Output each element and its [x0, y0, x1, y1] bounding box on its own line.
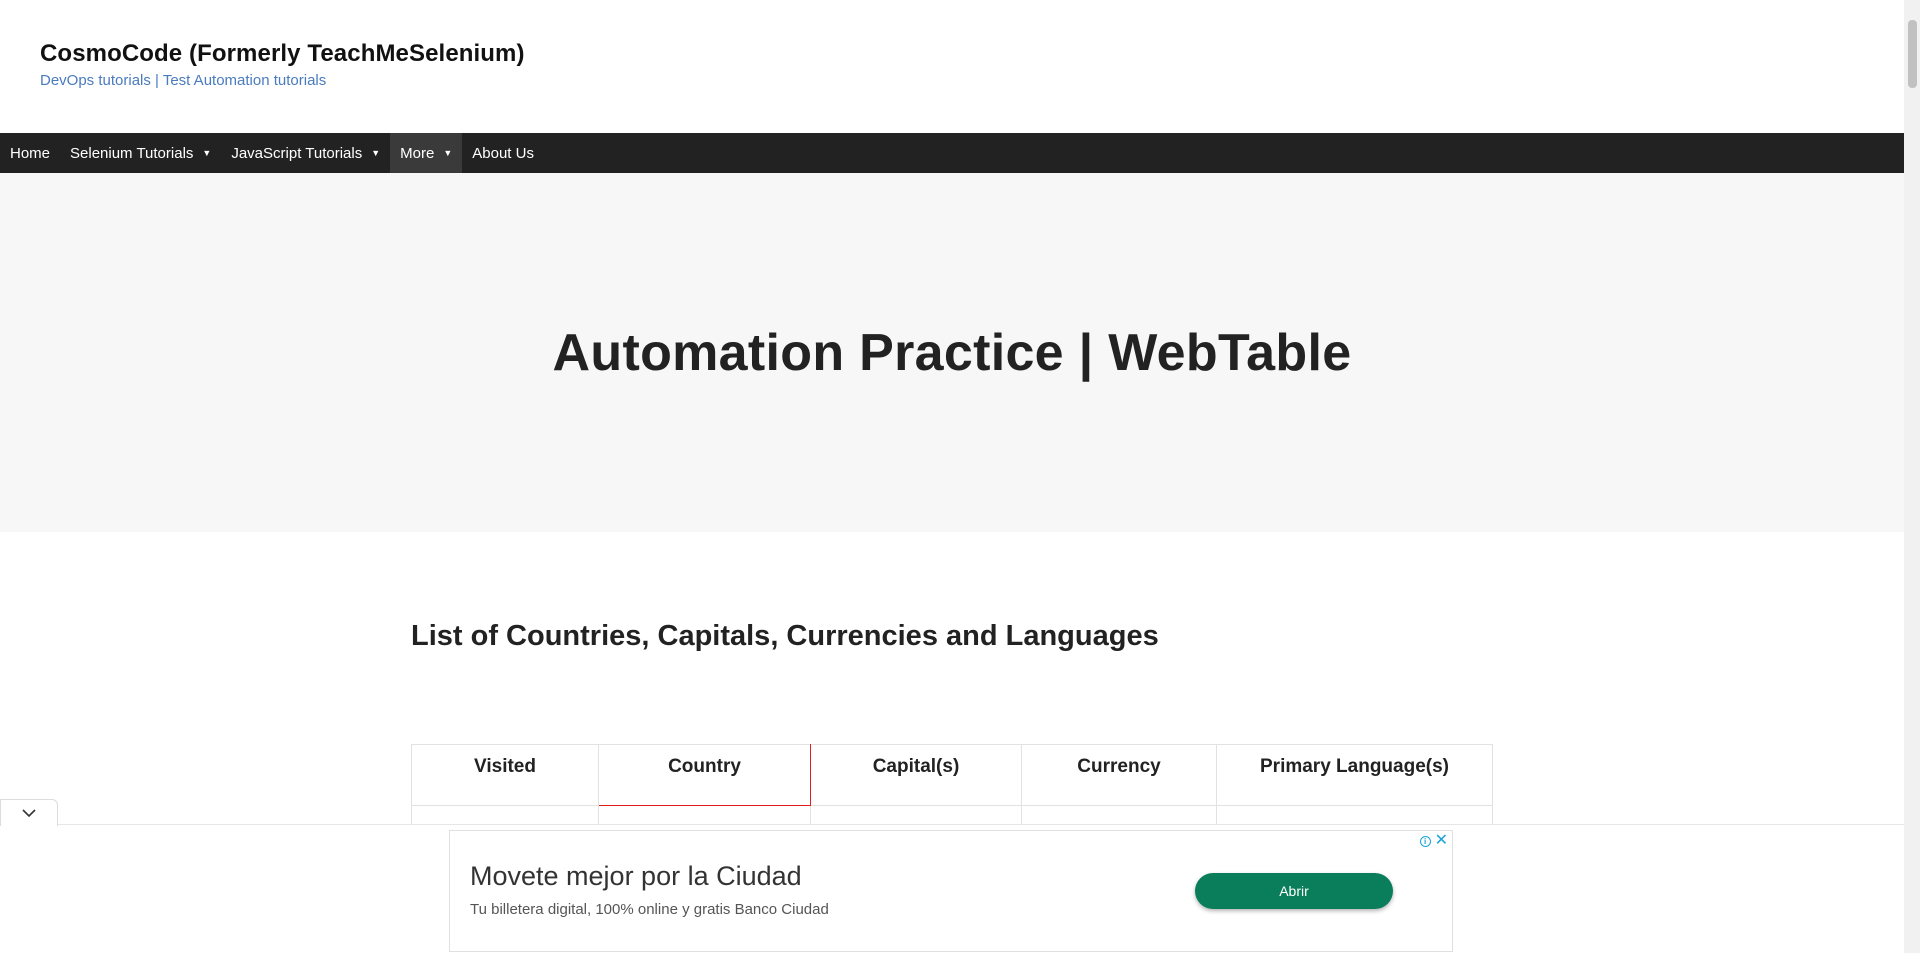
main-nav: Home Selenium Tutorials ▼ JavaScript Tut… — [0, 133, 1904, 173]
ad-body-text: Tu billetera digital, 100% online y grat… — [470, 901, 829, 918]
ad-controls: i ✕ — [1419, 833, 1448, 849]
column-header-primary-languages[interactable]: Primary Language(s) — [1216, 744, 1493, 806]
hero-banner: Automation Practice | WebTable — [0, 173, 1904, 532]
countries-table: Visited Country Capital(s) Currency Prim… — [411, 744, 1493, 829]
chevron-down-icon — [22, 809, 36, 818]
ad-banner: i ✕ Movete mejor por la Ciudad Tu billet… — [0, 824, 1904, 953]
column-header-visited[interactable]: Visited — [411, 744, 599, 806]
nav-item-label: JavaScript Tutorials — [231, 144, 363, 162]
ad-headline: Movete mejor por la Ciudad — [470, 861, 802, 891]
nav-item-label: Selenium Tutorials — [70, 144, 194, 162]
table-header-row: Visited Country Capital(s) Currency Prim… — [411, 744, 1493, 806]
scrollbar-thumb[interactable] — [1908, 20, 1917, 88]
vertical-scrollbar[interactable] — [1904, 0, 1920, 953]
section-heading: List of Countries, Capitals, Currencies … — [411, 620, 1159, 652]
caret-down-icon: ▼ — [443, 147, 453, 158]
caret-down-icon: ▼ — [371, 147, 381, 158]
site-title[interactable]: CosmoCode (Formerly TeachMeSelenium) — [40, 40, 525, 68]
site-tagline: DevOps tutorials | Test Automation tutor… — [40, 72, 327, 89]
ad-close-icon[interactable]: ✕ — [1435, 833, 1448, 849]
nav-item-more[interactable]: More ▼ — [390, 133, 463, 173]
nav-item-label: About Us — [472, 144, 534, 162]
column-header-currency[interactable]: Currency — [1021, 744, 1217, 806]
ad-info-icon[interactable]: i — [1419, 835, 1431, 847]
nav-item-about-us[interactable]: About Us — [462, 133, 544, 173]
nav-item-home[interactable]: Home — [0, 133, 60, 173]
page: CosmoCode (Formerly TeachMeSelenium) Dev… — [0, 0, 1920, 953]
page-title: Automation Practice | WebTable — [552, 323, 1352, 382]
ad-open-button[interactable]: Abrir — [1195, 873, 1393, 909]
site-header: CosmoCode (Formerly TeachMeSelenium) Dev… — [0, 0, 1904, 133]
ad-box[interactable]: i ✕ Movete mejor por la Ciudad Tu billet… — [449, 830, 1453, 952]
nav-item-label: More — [400, 144, 435, 162]
column-header-capitals[interactable]: Capital(s) — [810, 744, 1022, 806]
ad-collapse-button[interactable] — [0, 799, 58, 826]
caret-down-icon: ▼ — [202, 147, 212, 158]
column-header-country[interactable]: Country — [598, 744, 811, 806]
nav-item-javascript-tutorials[interactable]: JavaScript Tutorials ▼ — [221, 133, 390, 173]
nav-item-selenium-tutorials[interactable]: Selenium Tutorials ▼ — [60, 133, 221, 173]
nav-item-label: Home — [10, 144, 51, 162]
